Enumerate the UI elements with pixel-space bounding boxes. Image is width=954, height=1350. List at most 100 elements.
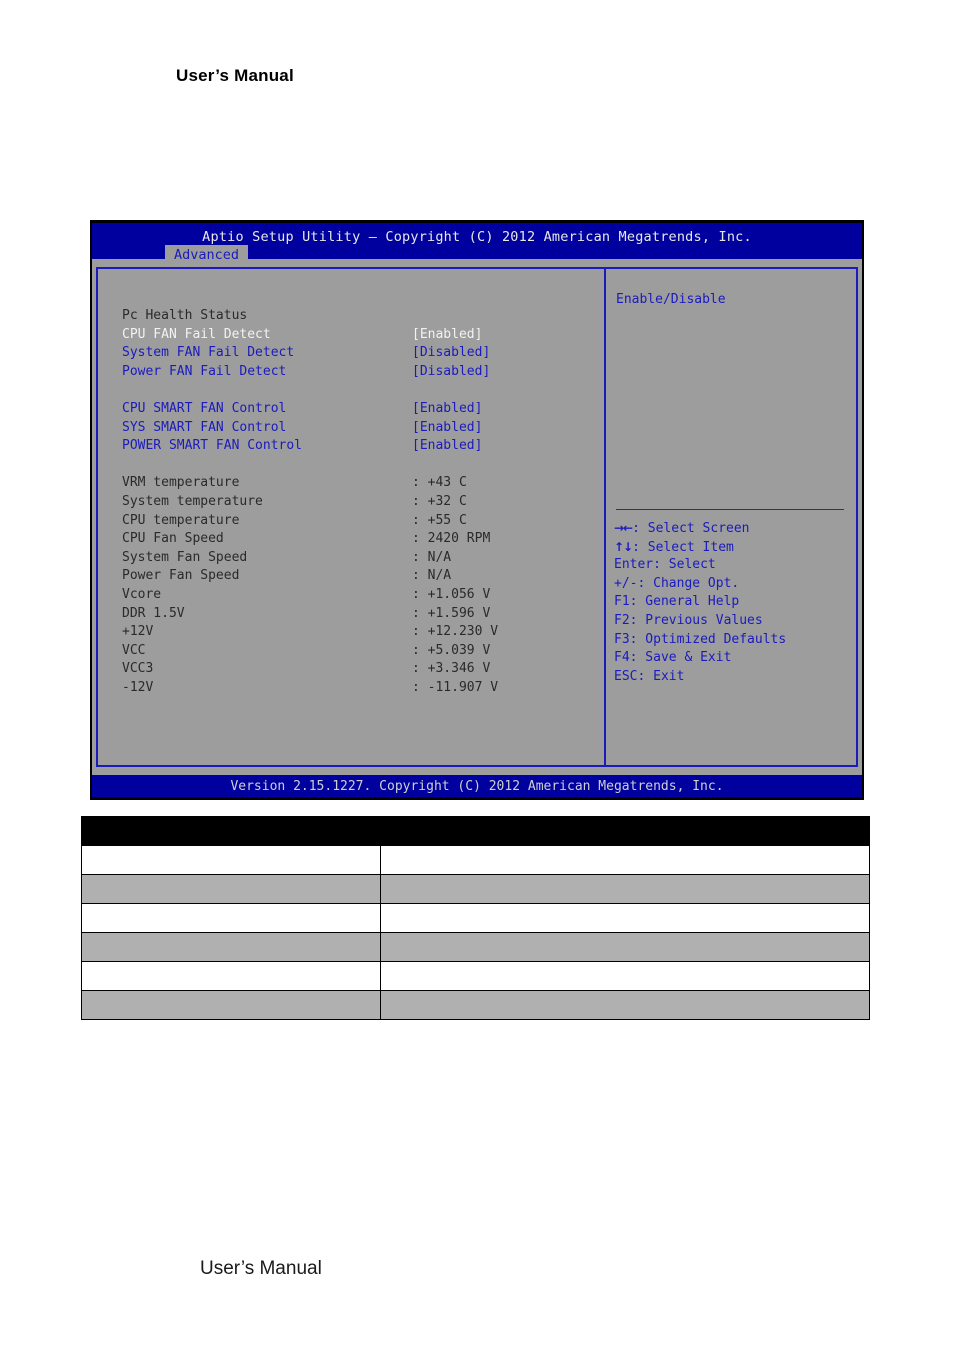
reading-label: System Fan Speed (122, 549, 248, 565)
help-key-text: : Select Screen (632, 521, 750, 536)
reading-label: VCC (122, 642, 146, 658)
reading-row-vcc: VCC : +5.039 V (122, 642, 592, 661)
reading-row-minus-12v: -12V : -11.907 V (122, 679, 592, 698)
table-header-cell (81, 816, 381, 846)
tab-advanced[interactable]: Advanced (165, 245, 249, 265)
setting-value[interactable]: [Disabled] (412, 363, 490, 382)
table-cell (380, 990, 870, 1020)
help-key-legend: →←: Select Screen ↑↓: Select Item Enter:… (614, 519, 854, 686)
reading-row-cpu-fan-speed: CPU Fan Speed : 2420 RPM (122, 530, 592, 549)
reading-value: : +32 C (412, 493, 467, 509)
reading-row-system-temperature: System temperature : +32 C (122, 493, 592, 512)
help-description: Enable/Disable (616, 292, 726, 307)
section-title-row: Pc Health Status (122, 307, 592, 326)
table-row (81, 990, 870, 1020)
help-key-text: Enter: Select (614, 557, 716, 573)
table-cell (380, 932, 870, 962)
reading-label: Vcore (122, 586, 162, 602)
reading-label: -12V (122, 679, 154, 695)
setting-label: SYS SMART FAN Control (122, 419, 287, 435)
reading-value: : +43 C (412, 475, 467, 491)
table-cell (81, 845, 381, 875)
reading-value: : 2420 RPM (412, 531, 491, 547)
setting-value[interactable]: [Enabled] (412, 326, 482, 345)
setting-label: System FAN Fail Detect (122, 345, 295, 361)
setting-label: CPU SMART FAN Control (122, 400, 287, 416)
setting-row-system-fan-fail-detect[interactable]: System FAN Fail Detect [Disabled] (122, 344, 592, 363)
help-key-text: +/-: Change Opt. (614, 575, 740, 591)
reading-value: : +3.346 V (412, 661, 491, 677)
help-key-change-opt: +/-: Change Opt. (614, 575, 854, 594)
setting-value[interactable]: [Enabled] (412, 400, 482, 419)
setting-label: POWER SMART FAN Control (122, 438, 303, 454)
setting-row-power-fan-fail-detect[interactable]: Power FAN Fail Detect [Disabled] (122, 363, 592, 382)
reading-label: System temperature (122, 493, 263, 509)
setting-row-cpu-smart-fan-control[interactable]: CPU SMART FAN Control [Enabled] (122, 400, 592, 419)
help-separator (616, 509, 844, 510)
page-header: User’s Manual (176, 66, 294, 85)
reading-label: VRM temperature (122, 475, 240, 491)
table-cell (81, 932, 381, 962)
setting-value[interactable]: [Disabled] (412, 344, 490, 363)
readings-gap (122, 456, 592, 475)
reading-value: : +1.596 V (412, 605, 491, 621)
reading-value: : +5.039 V (412, 642, 491, 658)
reading-row-ddr-1-5v: DDR 1.5V : +1.596 V (122, 605, 592, 624)
reading-label: +12V (122, 624, 154, 640)
table-cell (380, 961, 870, 991)
setting-label: Power FAN Fail Detect (122, 363, 287, 379)
reading-row-cpu-temperature: CPU temperature : +55 C (122, 512, 592, 531)
reading-row-vcore: Vcore : +1.056 V (122, 586, 592, 605)
help-key-text: ESC: Exit (614, 668, 685, 684)
settings-gap (122, 381, 592, 400)
page-footer: User’s Manual (200, 1258, 322, 1279)
table-cell (380, 845, 870, 875)
settings-panel: Pc Health Status CPU FAN Fail Detect [En… (96, 267, 604, 767)
description-table (81, 816, 870, 1020)
help-panel: Enable/Disable →←: Select Screen ↑↓: Sel… (604, 267, 858, 767)
table-cell (380, 903, 870, 933)
table-row (81, 932, 870, 962)
bios-version-bar: Version 2.15.1227. Copyright (C) 2012 Am… (92, 775, 862, 797)
setting-label: CPU FAN Fail Detect (122, 326, 271, 342)
section-title: Pc Health Status (122, 308, 248, 323)
bios-screen: Aptio Setup Utility – Copyright (C) 2012… (92, 223, 862, 797)
table-cell (81, 874, 381, 904)
reading-label: DDR 1.5V (122, 605, 185, 621)
reading-value: : +12.230 V (412, 624, 499, 640)
settings-list: Pc Health Status CPU FAN Fail Detect [En… (122, 307, 592, 697)
table-cell (81, 961, 381, 991)
reading-value: : +1.056 V (412, 586, 491, 602)
table-header-row (81, 816, 870, 846)
table-row (81, 845, 870, 875)
table-cell (380, 874, 870, 904)
help-key-select-screen: →←: Select Screen (614, 519, 854, 538)
setting-row-sys-smart-fan-control[interactable]: SYS SMART FAN Control [Enabled] (122, 419, 592, 438)
reading-value: : N/A (412, 568, 452, 584)
reading-value: : +55 C (412, 512, 467, 528)
reading-value: : N/A (412, 549, 452, 565)
bios-title: Aptio Setup Utility – Copyright (C) 2012… (202, 229, 752, 245)
reading-row-power-fan-speed: Power Fan Speed : N/A (122, 567, 592, 586)
arrow-left-right-icon: →← (614, 521, 633, 535)
setting-row-cpu-fan-fail-detect[interactable]: CPU FAN Fail Detect [Enabled] (122, 326, 592, 345)
bios-setup-screenshot: Aptio Setup Utility – Copyright (C) 2012… (90, 220, 864, 800)
table-header-cell (380, 816, 870, 846)
setting-value[interactable]: [Enabled] (412, 419, 482, 438)
table-cell (81, 903, 381, 933)
help-key-text: F4: Save & Exit (614, 650, 732, 666)
reading-label: VCC3 (122, 661, 154, 677)
help-key-esc-exit: ESC: Exit (614, 668, 854, 687)
help-key-optimized-defaults: F3: Optimized Defaults (614, 631, 854, 650)
setting-row-power-smart-fan-control[interactable]: POWER SMART FAN Control [Enabled] (122, 437, 592, 456)
reading-value: : -11.907 V (412, 679, 499, 695)
setting-value[interactable]: [Enabled] (412, 437, 482, 456)
table-row (81, 903, 870, 933)
help-key-previous-values: F2: Previous Values (614, 612, 854, 631)
reading-label: CPU temperature (122, 512, 240, 528)
bios-version-text: Version 2.15.1227. Copyright (C) 2012 Am… (230, 779, 724, 794)
help-key-save-and-exit: F4: Save & Exit (614, 649, 854, 668)
reading-row-system-fan-speed: System Fan Speed : N/A (122, 549, 592, 568)
table-row (81, 874, 870, 904)
bios-body: Pc Health Status CPU FAN Fail Detect [En… (92, 265, 862, 773)
